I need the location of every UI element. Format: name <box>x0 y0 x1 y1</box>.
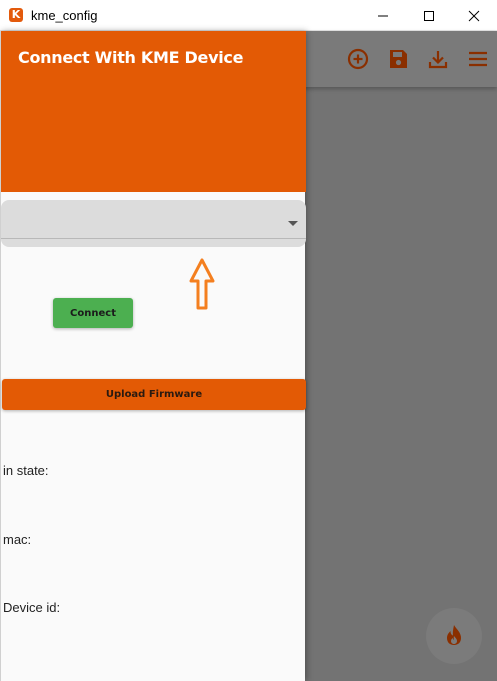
save-icon <box>390 50 407 68</box>
up-arrow-annotation-icon <box>189 258 215 310</box>
drawer-header: Connect With KME Device <box>1 31 306 192</box>
window-title: kme_config <box>31 8 98 23</box>
device-id-label: Device id: <box>3 600 61 615</box>
navigation-drawer: Connect With KME Device Connect Upload F… <box>0 31 306 681</box>
connect-button[interactable]: Connect <box>53 298 133 328</box>
floating-action-button[interactable] <box>426 608 482 664</box>
download-button[interactable] <box>426 47 450 71</box>
window-titlebar: K kme_config <box>0 0 497 31</box>
device-select-dropdown[interactable] <box>1 200 306 247</box>
download-icon <box>428 51 448 69</box>
drawer-title: Connect With KME Device <box>18 48 244 67</box>
dropdown-underline <box>1 238 306 239</box>
save-button[interactable] <box>386 47 410 71</box>
maximize-button[interactable] <box>406 0 452 31</box>
close-button[interactable] <box>451 0 497 31</box>
maximize-icon <box>424 11 434 21</box>
menu-icon <box>469 51 487 67</box>
mac-label: mac: <box>3 532 32 547</box>
upload-firmware-button[interactable]: Upload Firmware <box>2 379 306 410</box>
add-button[interactable] <box>346 47 370 71</box>
app-logo-icon: K <box>9 8 23 22</box>
minimize-icon <box>378 15 388 17</box>
menu-button[interactable] <box>466 47 490 71</box>
dropdown-arrow-icon[interactable] <box>288 221 298 226</box>
add-circle-icon <box>347 48 369 70</box>
close-icon <box>468 10 480 22</box>
state-label: in state: <box>3 463 49 478</box>
minimize-button[interactable] <box>360 0 406 31</box>
flame-icon <box>447 625 461 645</box>
